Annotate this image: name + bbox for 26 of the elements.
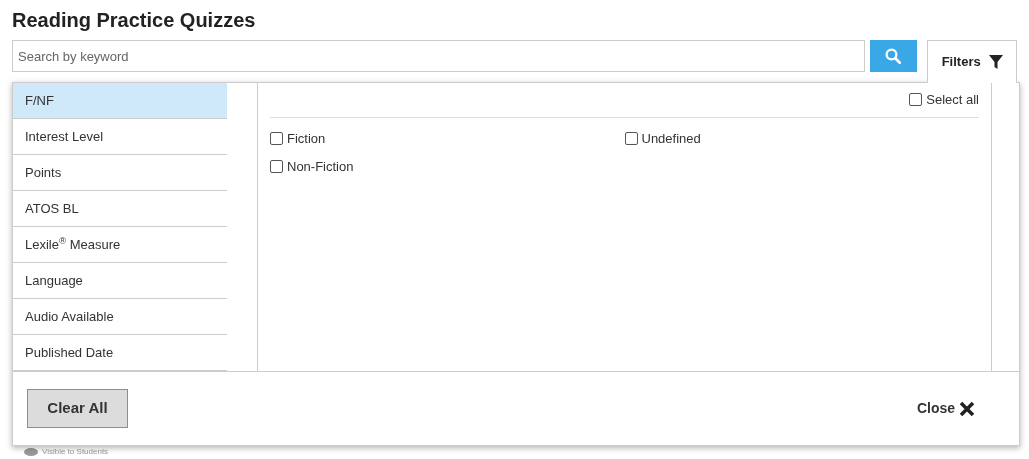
filter-category[interactable]: ATOS BL [13,191,227,227]
clear-all-button[interactable]: Clear All [27,389,128,428]
filter-category[interactable]: Language [13,263,227,299]
filters-tab[interactable]: Filters [927,40,1017,83]
checkbox-option[interactable]: Select all [909,89,979,109]
search-field[interactable]: Search by keyword [12,40,865,72]
checkbox[interactable] [624,132,638,146]
filter-category[interactable]: Points [13,155,227,191]
page-title: Reading Practice Quizzes [11,8,257,32]
close-icon [959,400,975,417]
filter-category[interactable]: Interest Level [13,119,227,155]
search-button[interactable] [869,40,918,72]
filter-category[interactable]: Audio Available [13,299,227,335]
close-button[interactable]: Close [916,398,975,419]
search-icon [884,47,903,65]
filter-category[interactable]: Lexile$^{®}$ Measure [13,227,227,263]
checkbox-option[interactable]: Fiction [270,129,625,149]
checkbox[interactable] [909,92,923,106]
checkbox-option[interactable]: Undefined [624,129,979,149]
filter-category[interactable]: Published Date [13,335,227,371]
checkbox[interactable] [270,132,283,146]
visibility-label: Visible to Students [42,447,109,456]
filter-category[interactable]: F/NF [13,83,227,119]
filter-icon [988,55,1003,69]
checkbox-option[interactable]: Non-Fiction [270,156,625,176]
checkbox[interactable] [270,159,283,173]
